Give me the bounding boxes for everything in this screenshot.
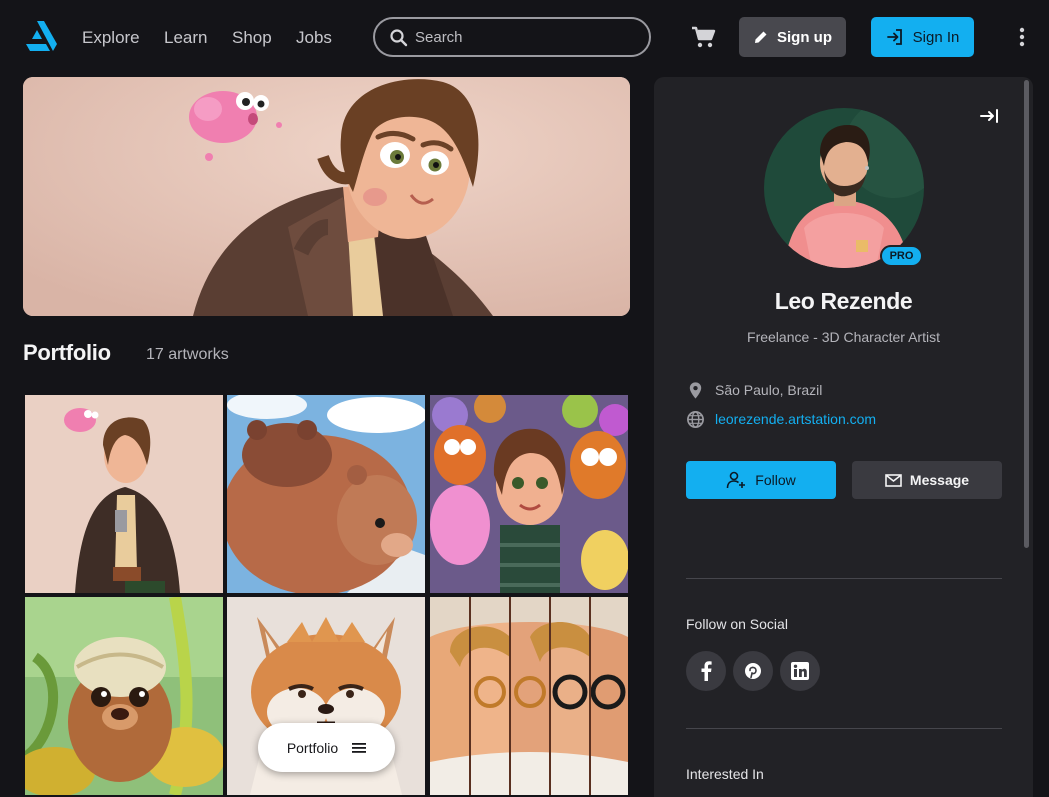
follow-button[interactable]: Follow (686, 461, 836, 499)
artwork-thumbnail[interactable] (430, 395, 628, 593)
pinterest-icon (745, 663, 761, 679)
sign-in-label: Sign In (912, 28, 960, 46)
search-icon (390, 29, 408, 47)
sign-up-button[interactable]: Sign up (739, 17, 846, 57)
kebab-menu-icon[interactable] (1011, 26, 1033, 48)
message-label: Message (909, 472, 970, 488)
portfolio-title: Portfolio (23, 340, 111, 365)
artwork-count: 17 artworks (146, 346, 229, 363)
artwork-thumbnail[interactable] (227, 395, 425, 593)
search-input[interactable] (415, 25, 635, 49)
facebook-icon (701, 661, 712, 681)
location-text: São Paulo, Brazil (715, 382, 823, 398)
nav-link-learn[interactable]: Learn (164, 28, 207, 48)
sign-in-button[interactable]: Sign In (871, 17, 974, 57)
profile-name: Leo Rezende (774, 288, 913, 314)
top-navigation: Explore Learn Shop Jobs Sign up Sign In (0, 0, 1049, 76)
facebook-button[interactable] (686, 651, 726, 691)
divider (686, 578, 1002, 579)
message-button[interactable]: Message (852, 461, 1002, 499)
divider (686, 728, 1002, 729)
artstation-logo-icon[interactable] (24, 20, 58, 52)
website-link[interactable]: leorezende.artstation.com (715, 411, 876, 427)
follow-on-social-heading: Follow on Social (686, 616, 788, 632)
cart-icon[interactable] (690, 25, 716, 49)
linkedin-icon (791, 662, 809, 680)
nav-link-shop[interactable]: Shop (232, 28, 272, 48)
interested-in-heading: Interested In (686, 766, 764, 782)
globe-icon (687, 410, 704, 428)
sign-up-label: Sign up (777, 28, 832, 46)
cover-image (23, 77, 630, 316)
artwork-thumbnail[interactable] (25, 395, 223, 593)
follow-label: Follow (755, 472, 796, 488)
artwork-thumbnail[interactable] (25, 597, 223, 795)
pinterest-button[interactable] (733, 651, 773, 691)
search-bar[interactable] (373, 17, 651, 57)
location-row: São Paulo, Brazil (686, 380, 822, 400)
website-row: leorezende.artstation.com (686, 409, 876, 429)
add-user-icon (726, 471, 746, 489)
portfolio-menu-label: Portfolio (286, 739, 339, 756)
mail-icon (885, 473, 902, 487)
profile-headline: Freelance - 3D Character Artist (747, 329, 940, 345)
artwork-thumbnail[interactable] (430, 597, 628, 795)
portfolio-menu-button[interactable]: Portfolio (258, 723, 395, 772)
nav-link-jobs[interactable]: Jobs (296, 28, 332, 48)
location-pin-icon (689, 381, 702, 399)
linkedin-button[interactable] (780, 651, 820, 691)
avatar[interactable] (764, 108, 924, 268)
hamburger-icon (352, 742, 367, 753)
sign-in-icon (886, 29, 902, 45)
pro-badge: PRO (880, 245, 923, 267)
collapse-panel-icon[interactable] (980, 107, 1000, 125)
pencil-icon (755, 31, 767, 43)
nav-link-explore[interactable]: Explore (82, 28, 140, 48)
